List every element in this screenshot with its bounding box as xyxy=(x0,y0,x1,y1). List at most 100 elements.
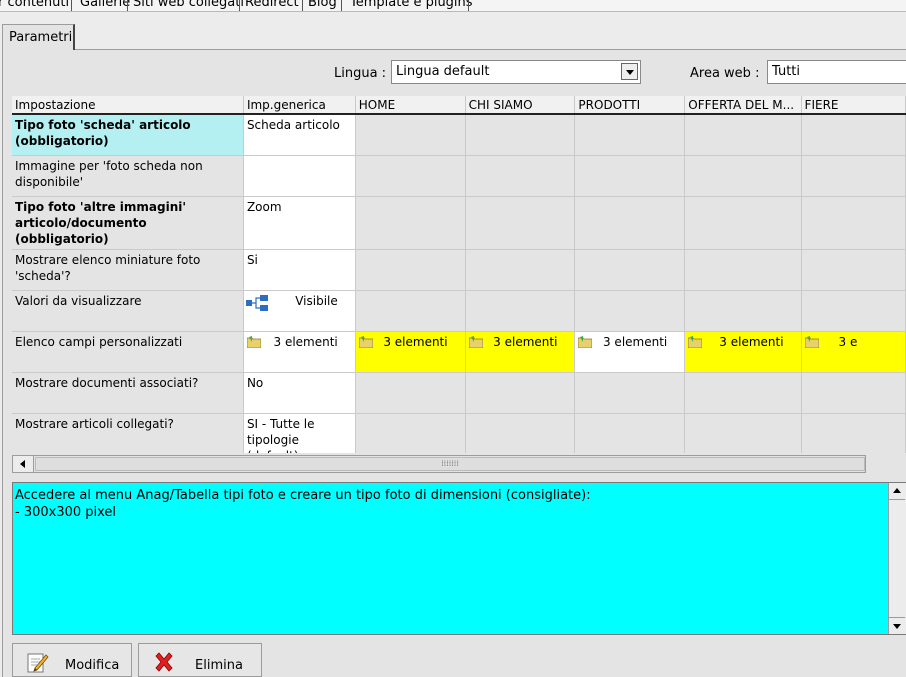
scroll-left-icon[interactable] xyxy=(13,456,34,472)
menu-item-contenuti[interactable]: r contenuti xyxy=(0,0,69,10)
menu-separator xyxy=(341,0,342,11)
description-text: Accedere al menu Anag/Tabella tipi foto … xyxy=(15,488,591,520)
chevron-down-icon[interactable] xyxy=(621,63,638,80)
table-row[interactable]: Tipo foto 'altre immagini' articolo/docu… xyxy=(12,196,906,250)
area-cell-chi-siamo[interactable]: 3 elementi xyxy=(465,331,576,373)
area-cell[interactable] xyxy=(801,413,906,453)
elementi-count: 3 elementi xyxy=(719,334,784,349)
area-cell[interactable] xyxy=(465,114,576,156)
area-cell[interactable] xyxy=(684,413,802,453)
area-cell[interactable] xyxy=(465,196,576,250)
area-cell[interactable] xyxy=(574,413,686,453)
area-cell[interactable] xyxy=(574,372,686,414)
area-cell[interactable] xyxy=(355,249,466,291)
area-cell[interactable] xyxy=(355,372,466,414)
col-header-impostazione[interactable]: Impostazione xyxy=(12,96,244,115)
setting-cell[interactable]: Mostrare articoli collegati? xyxy=(12,413,244,453)
menu-item-siti-web-collegati[interactable]: Siti web collegati xyxy=(133,0,244,10)
lingua-select[interactable]: Lingua default xyxy=(391,60,641,84)
area-cell[interactable] xyxy=(801,249,906,291)
area-cell[interactable] xyxy=(574,155,686,197)
setting-cell[interactable]: Elenco campi personalizzati xyxy=(12,331,244,373)
menu-item-redirect[interactable]: Redirect xyxy=(245,0,299,10)
description-box[interactable]: Accedere al menu Anag/Tabella tipi foto … xyxy=(12,482,906,635)
area-cell[interactable] xyxy=(684,290,802,332)
setting-cell[interactable]: Mostrare elenco miniature foto 'scheda'? xyxy=(12,249,244,291)
area-cell[interactable] xyxy=(684,372,802,414)
area-cell[interactable] xyxy=(465,249,576,291)
menu-item-template-plugins[interactable]: Template e plugins xyxy=(350,0,473,10)
table-row[interactable]: Immagine per 'foto scheda non disponibil… xyxy=(12,155,906,197)
col-header-chi-siamo[interactable]: CHI SIAMO xyxy=(465,96,576,115)
area-cell[interactable] xyxy=(684,155,802,197)
area-cell[interactable] xyxy=(801,372,906,414)
table-row[interactable]: Tipo foto 'scheda' articolo (obbligatori… xyxy=(12,114,906,156)
lingua-select-value: Lingua default xyxy=(396,64,490,79)
setting-cell[interactable]: Tipo foto 'altre immagini' articolo/docu… xyxy=(12,196,244,250)
area-cell[interactable] xyxy=(801,290,906,332)
area-cell-fiere[interactable]: 3 e xyxy=(801,331,906,373)
area-cell[interactable] xyxy=(355,290,466,332)
area-cell[interactable] xyxy=(355,413,466,453)
tab-parametri[interactable]: Parametri xyxy=(2,24,75,50)
area-cell[interactable] xyxy=(355,155,466,197)
area-cell-offerta[interactable]: 3 elementi xyxy=(684,331,802,373)
scrollbar-thumb[interactable]: ⁞⁞⁞⁞⁞⁞⁞ xyxy=(35,457,865,471)
setting-cell[interactable]: Valori da visualizzare xyxy=(12,290,244,332)
folder-edit-icon xyxy=(358,335,373,348)
folder-edit-icon xyxy=(468,335,483,348)
area-cell-prodotti[interactable]: 3 elementi xyxy=(574,331,686,373)
generic-value-cell[interactable]: Scheda articolo xyxy=(243,114,356,156)
col-header-fiere[interactable]: FIERE xyxy=(801,96,906,115)
area-cell[interactable] xyxy=(684,196,802,250)
col-header-home[interactable]: HOME xyxy=(355,96,466,115)
generic-value-cell[interactable]: Zoom xyxy=(243,196,356,250)
area-cell[interactable] xyxy=(465,413,576,453)
scroll-up-icon[interactable] xyxy=(889,483,905,500)
area-cell[interactable] xyxy=(684,114,802,156)
setting-cell[interactable]: Immagine per 'foto scheda non disponibil… xyxy=(12,155,244,197)
area-cell[interactable] xyxy=(465,290,576,332)
area-web-select[interactable]: Tutti xyxy=(767,60,906,84)
col-header-imp-generica[interactable]: Imp.generica xyxy=(243,96,356,115)
header-row: Impostazione Imp.generica HOME CHI SIAMO… xyxy=(12,96,906,115)
area-cell[interactable] xyxy=(801,196,906,250)
delete-x-icon xyxy=(155,652,173,672)
table-row[interactable]: Mostrare articoli collegati? SI - Tutte … xyxy=(12,413,906,453)
area-cell[interactable] xyxy=(355,196,466,250)
col-header-prodotti[interactable]: PRODOTTI xyxy=(574,96,686,115)
area-cell[interactable] xyxy=(574,114,686,156)
menu-item-gallerie[interactable]: Gallerie xyxy=(80,0,130,10)
menu-item-blog[interactable]: Blog xyxy=(308,0,337,10)
generic-value-cell[interactable]: 3 elementi xyxy=(243,331,356,373)
scroll-down-icon[interactable] xyxy=(889,617,905,634)
elimina-label: Elimina xyxy=(195,658,243,673)
area-cell[interactable] xyxy=(465,155,576,197)
modifica-button[interactable]: Modifica xyxy=(12,643,132,677)
table-row[interactable]: Mostrare elenco miniature foto 'scheda'?… xyxy=(12,249,906,291)
table-row[interactable]: Elenco campi personalizzati 3 elementi 3… xyxy=(12,331,906,373)
generic-value-cell[interactable]: Visibile xyxy=(243,290,356,332)
area-cell[interactable] xyxy=(355,114,466,156)
area-cell[interactable] xyxy=(574,249,686,291)
area-cell[interactable] xyxy=(684,249,802,291)
area-cell-home[interactable]: 3 elementi xyxy=(355,331,466,373)
generic-value-cell[interactable]: No xyxy=(243,372,356,414)
col-header-offerta[interactable]: OFFERTA DEL M... xyxy=(684,96,802,115)
top-menu: r contenuti Gallerie Siti web collegati … xyxy=(0,0,906,12)
area-cell[interactable] xyxy=(801,155,906,197)
grid-horizontal-scrollbar[interactable]: ⁞⁞⁞⁞⁞⁞⁞ xyxy=(12,455,866,473)
generic-value-cell[interactable]: Si xyxy=(243,249,356,291)
table-row[interactable]: Valori da visualizzare Visibile xyxy=(12,290,906,332)
description-vertical-scrollbar[interactable] xyxy=(888,483,906,634)
setting-cell[interactable]: Mostrare documenti associati? xyxy=(12,372,244,414)
generic-value-cell[interactable]: SI - Tutte le tipologie (default) xyxy=(243,413,356,453)
table-row[interactable]: Mostrare documenti associati? No xyxy=(12,372,906,414)
generic-value-cell[interactable] xyxy=(243,155,356,197)
setting-cell[interactable]: Tipo foto 'scheda' articolo (obbligatori… xyxy=(12,114,244,156)
area-cell[interactable] xyxy=(465,372,576,414)
area-cell[interactable] xyxy=(801,114,906,156)
area-cell[interactable] xyxy=(574,196,686,250)
area-cell[interactable] xyxy=(574,290,686,332)
elimina-button[interactable]: Elimina xyxy=(138,643,262,677)
